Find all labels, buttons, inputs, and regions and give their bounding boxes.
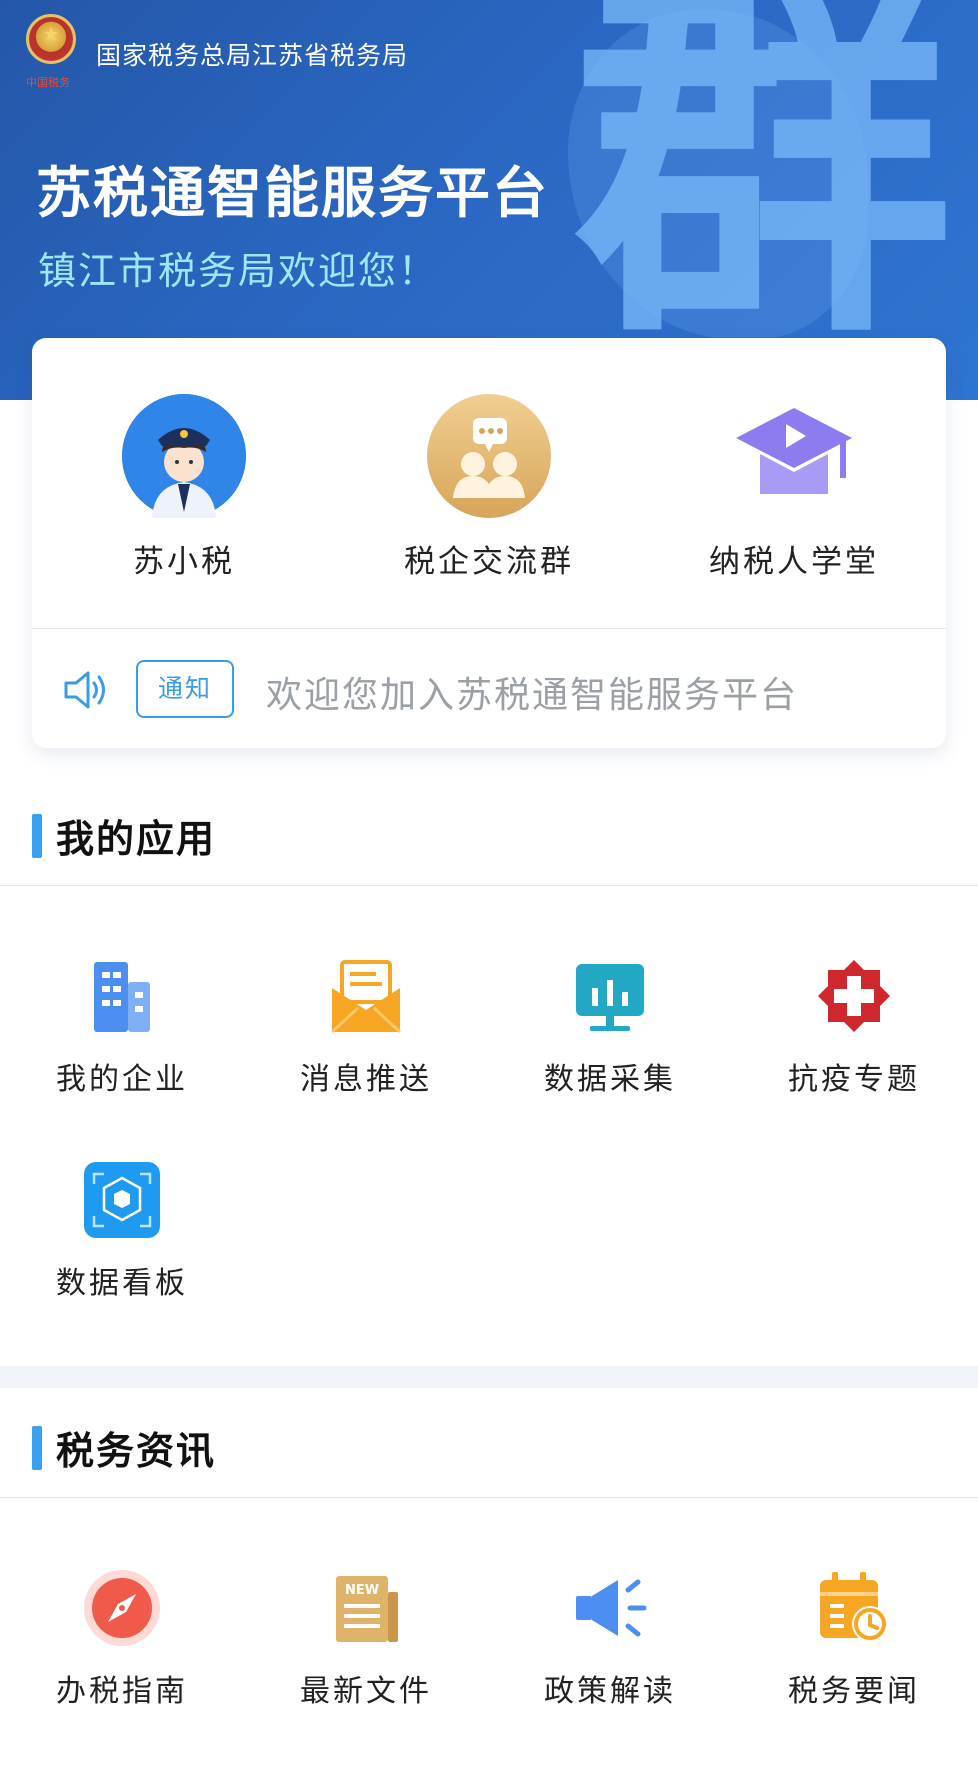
quick-entry-label: 苏小税: [133, 544, 235, 580]
agency-name: 国家税务总局江苏省税务局: [96, 41, 409, 70]
app-label: 我的企业: [56, 1062, 188, 1097]
notice-badge: 通知: [136, 660, 234, 718]
welcome-message: 镇江市税务局欢迎您！: [38, 249, 439, 293]
tax-officer-avatar-icon: [122, 394, 246, 518]
graduation-cap-icon: [732, 394, 856, 518]
quick-entry-label: 税企交流群: [404, 544, 574, 580]
quick-entry-taxpayer-school[interactable]: 纳税人学堂: [684, 394, 904, 581]
tax-emblem-icon: ★: [26, 14, 76, 64]
news-latest-files[interactable]: NEW 最新文件: [266, 1568, 466, 1710]
app-label: 抗疫专题: [788, 1062, 920, 1097]
tax-news-header: 税务资讯: [0, 1398, 978, 1498]
app-label: 办税指南: [56, 1674, 188, 1709]
new-tag: NEW: [345, 1583, 379, 1598]
app-label: 政策解读: [544, 1674, 676, 1709]
monitor-chart-icon: [570, 956, 650, 1036]
page-title: 苏税通智能服务平台: [36, 161, 550, 225]
my-apps-header: 我的应用: [0, 786, 978, 886]
building-icon: [82, 956, 162, 1036]
newspaper-icon: NEW: [326, 1568, 406, 1648]
news-tax-guide[interactable]: 办税指南: [22, 1568, 222, 1710]
calligraphy-decoration: 群: [573, 0, 953, 383]
news-tax-headlines[interactable]: 税务要闻: [754, 1568, 954, 1710]
red-cross-icon: [814, 956, 894, 1036]
news-policy-interpretation[interactable]: 政策解读: [510, 1568, 710, 1710]
star-icon: ★: [43, 24, 60, 45]
data-cube-icon: [82, 1160, 162, 1240]
app-label: 数据采集: [544, 1062, 676, 1097]
section-title: 税务资讯: [56, 1428, 217, 1473]
app-my-enterprise[interactable]: 我的企业: [22, 956, 222, 1098]
app-message-push[interactable]: 消息推送: [266, 956, 466, 1098]
app-data-collection[interactable]: 数据采集: [510, 956, 710, 1098]
app-label: 数据看板: [56, 1266, 188, 1301]
section-divider: [0, 885, 978, 886]
notice-marquee[interactable]: 欢迎您加入苏税通智能服务平台: [266, 666, 798, 718]
megaphone-icon: [570, 1568, 650, 1648]
section-divider: [0, 1497, 978, 1498]
quick-entry-card: 苏小税 税企交流群 纳税人学堂 通知 欢迎您加入苏税通智能服务平台: [32, 338, 946, 748]
emblem-caption: 中国税务: [26, 76, 70, 89]
envelope-icon: [326, 956, 406, 1036]
calendar-clock-icon: [814, 1568, 894, 1648]
app-label: 最新文件: [300, 1674, 432, 1709]
section-title: 我的应用: [56, 816, 217, 861]
group-chat-icon: [427, 394, 551, 518]
section-accent-bar: [32, 1426, 42, 1470]
app-label: 消息推送: [300, 1062, 432, 1097]
section-accent-bar: [32, 814, 42, 858]
quick-entry-su-xiaoshui[interactable]: 苏小税: [74, 394, 294, 581]
app-data-dashboard[interactable]: 数据看板: [22, 1160, 222, 1302]
card-divider: [32, 628, 946, 629]
speaker-icon: [62, 668, 110, 712]
app-label: 税务要闻: [788, 1674, 920, 1709]
quick-entry-tax-group[interactable]: 税企交流群: [379, 394, 599, 581]
app-anti-epidemic[interactable]: 抗疫专题: [754, 956, 954, 1098]
compass-icon: [82, 1568, 162, 1648]
quick-entry-label: 纳税人学堂: [709, 544, 879, 580]
section-gap: [0, 1366, 978, 1388]
